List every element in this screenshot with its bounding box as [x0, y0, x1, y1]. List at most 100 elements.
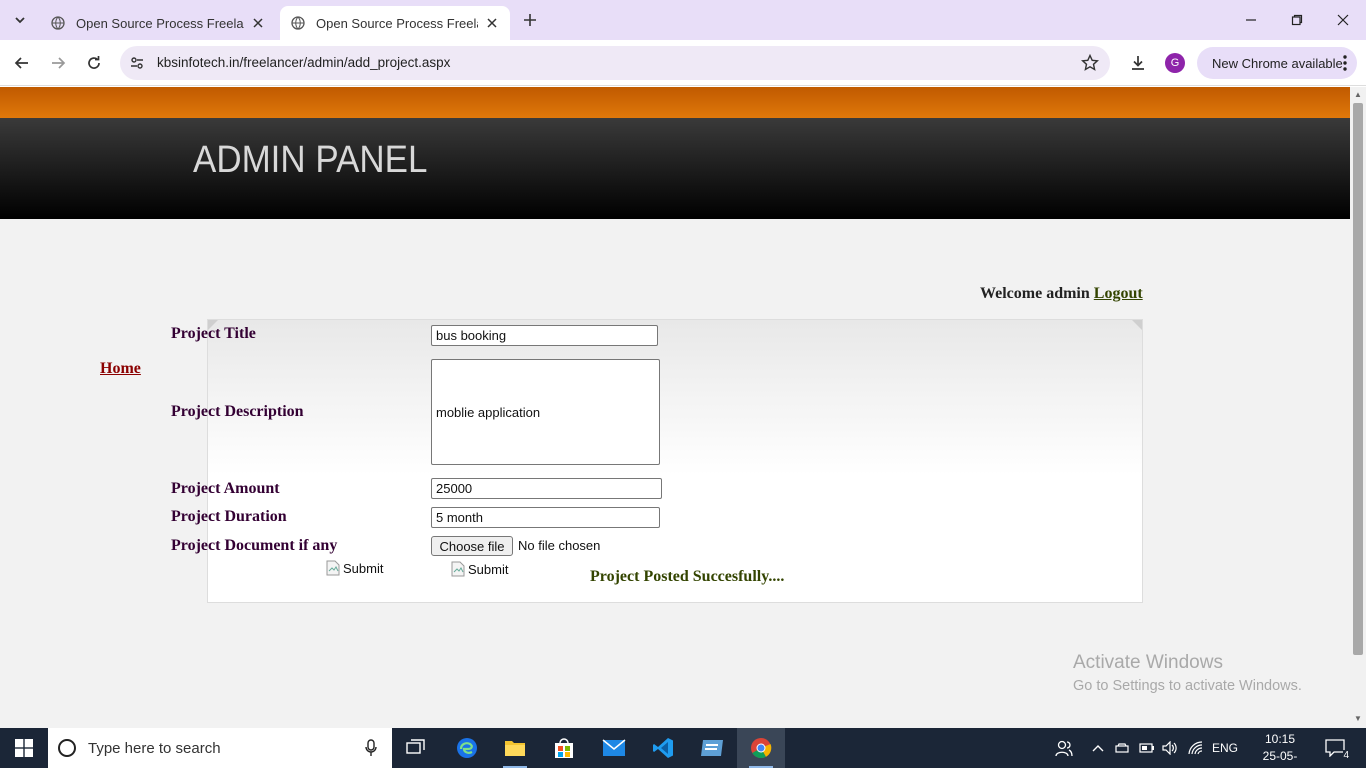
update-chip-label: New Chrome available — [1212, 55, 1343, 71]
project-document-label: Project Document if any — [171, 537, 338, 554]
new-tab-button[interactable] — [518, 8, 542, 32]
downloads-button[interactable] — [1126, 51, 1150, 75]
notification-count: 4 — [1343, 750, 1349, 761]
bookmark-star-icon[interactable] — [1080, 53, 1100, 73]
globe-icon — [290, 15, 306, 31]
close-tab-icon[interactable] — [484, 15, 500, 31]
plus-icon — [524, 14, 536, 26]
page-scrollbar[interactable]: ▲ ▼ — [1350, 87, 1366, 728]
tab-title: Open Source Process Freelance — [316, 15, 478, 31]
project-amount-label: Project Amount — [171, 480, 280, 497]
project-title-input[interactable]: bus booking — [431, 325, 658, 346]
clock-date: 25-05-2025 — [1262, 749, 1298, 768]
globe-icon — [50, 15, 66, 31]
microphone-icon[interactable] — [363, 738, 379, 758]
store-taskbar-button[interactable] — [540, 728, 588, 768]
battery-icon — [1139, 743, 1154, 753]
edge-taskbar-button[interactable] — [443, 728, 491, 768]
mail-icon — [602, 739, 626, 756]
search-icon — [58, 739, 76, 757]
search-placeholder: Type here to search — [88, 740, 221, 757]
download-icon — [1132, 56, 1144, 70]
show-hidden-icons-button[interactable] — [1088, 728, 1108, 768]
browser-tab-bar: Open Source Process Freelance Open Sourc… — [0, 0, 1366, 40]
chevron-down-icon — [15, 17, 25, 24]
back-button[interactable] — [8, 49, 36, 77]
minimize-button[interactable] — [1228, 0, 1274, 40]
more-menu-icon[interactable] — [1343, 54, 1347, 75]
restore-icon — [1291, 14, 1303, 26]
close-icon — [1337, 14, 1349, 26]
drive-tray-icon[interactable] — [1112, 728, 1132, 768]
close-window-button[interactable] — [1320, 0, 1366, 40]
drive-icon — [1115, 743, 1129, 753]
submit-alt-text: Submit — [468, 561, 509, 577]
app-taskbar-button[interactable] — [688, 728, 736, 768]
taskbar-search-box[interactable]: Type here to search — [48, 728, 392, 768]
project-title-label: Project Title — [171, 325, 256, 342]
file-explorer-taskbar-button[interactable] — [491, 728, 539, 768]
watermark-line1: Activate Windows — [1073, 652, 1223, 673]
submit-image-button[interactable]: Submit — [451, 561, 508, 577]
network-tray-icon[interactable] — [1186, 728, 1206, 768]
browser-toolbar: kbsinfotech.in/freelancer/admin/add_proj… — [0, 40, 1366, 86]
logout-link[interactable]: Logout — [1094, 285, 1143, 302]
vscode-taskbar-button[interactable] — [639, 728, 687, 768]
home-link[interactable]: Home — [100, 360, 141, 378]
folder-icon — [505, 741, 525, 756]
task-view-icon — [406, 739, 425, 754]
speaker-icon — [1162, 741, 1177, 755]
project-description-label: Project Description — [171, 403, 304, 420]
browser-tab-active[interactable]: Open Source Process Freelance — [280, 6, 510, 40]
windows-taskbar: Type here to search ENG 10:15 25-05- 4 — [0, 728, 1366, 768]
people-icon — [1055, 740, 1073, 757]
people-tray-button[interactable] — [1051, 728, 1077, 768]
system-clock[interactable]: 10:15 25-05-2025 — [1254, 731, 1306, 768]
page-viewport: ADMIN PANEL Welcome admin Logout Home Pr… — [0, 87, 1350, 728]
language-indicator[interactable]: ENG — [1210, 728, 1240, 768]
tab-title: Open Source Process Freelance — [76, 15, 244, 31]
orange-top-bar — [0, 87, 1350, 118]
tab-search-button[interactable] — [6, 6, 34, 34]
start-button[interactable] — [0, 728, 48, 768]
volume-tray-icon[interactable] — [1160, 728, 1180, 768]
corner-decoration — [1132, 320, 1142, 330]
minimize-icon — [1246, 19, 1256, 21]
project-duration-label: Project Duration — [171, 508, 287, 525]
edge-icon — [457, 738, 477, 758]
welcome-text: Welcome admin — [980, 285, 1090, 302]
task-view-button[interactable] — [392, 728, 440, 768]
clock-time: 10:15 — [1264, 732, 1296, 746]
new-chrome-available-button[interactable]: New Chrome available — [1197, 47, 1357, 79]
scroll-up-arrow-icon[interactable]: ▲ — [1354, 91, 1362, 99]
notification-center-button[interactable]: 4 — [1322, 736, 1349, 761]
scroll-down-arrow-icon[interactable]: ▼ — [1354, 715, 1362, 723]
store-icon — [555, 738, 573, 758]
address-bar[interactable]: kbsinfotech.in/freelancer/admin/add_proj… — [120, 46, 1110, 80]
submit-alt-text: Submit — [343, 560, 384, 576]
forward-button[interactable] — [44, 49, 72, 77]
profile-avatar[interactable]: G — [1165, 53, 1185, 73]
vscode-icon — [653, 738, 673, 758]
file-status-text: No file chosen — [518, 538, 601, 553]
mail-taskbar-button[interactable] — [590, 728, 638, 768]
project-duration-input[interactable]: 5 month — [431, 507, 660, 528]
browser-tab[interactable]: Open Source Process Freelance — [40, 6, 276, 40]
project-description-textarea[interactable]: moblie application — [431, 359, 660, 465]
arrow-right-icon — [52, 57, 66, 69]
project-amount-input[interactable]: 25000 — [431, 478, 662, 499]
broken-image-icon — [326, 560, 342, 576]
chrome-taskbar-button[interactable] — [737, 728, 785, 768]
scrollbar-thumb[interactable] — [1353, 103, 1363, 655]
close-tab-icon[interactable] — [250, 15, 266, 31]
battery-tray-icon[interactable] — [1137, 728, 1157, 768]
submit-image-button[interactable]: Submit — [326, 560, 383, 576]
success-message: Project Posted Succesfully.... — [590, 568, 785, 585]
url-text: kbsinfotech.in/freelancer/admin/add_proj… — [157, 55, 451, 70]
reload-button[interactable] — [80, 49, 108, 77]
site-info-icon[interactable] — [128, 54, 146, 72]
restore-button[interactable] — [1274, 0, 1320, 40]
watermark-line2: Go to Settings to activate Windows. — [1073, 678, 1302, 694]
windows-logo-icon — [15, 739, 33, 757]
choose-file-button[interactable]: Choose file — [431, 536, 513, 556]
